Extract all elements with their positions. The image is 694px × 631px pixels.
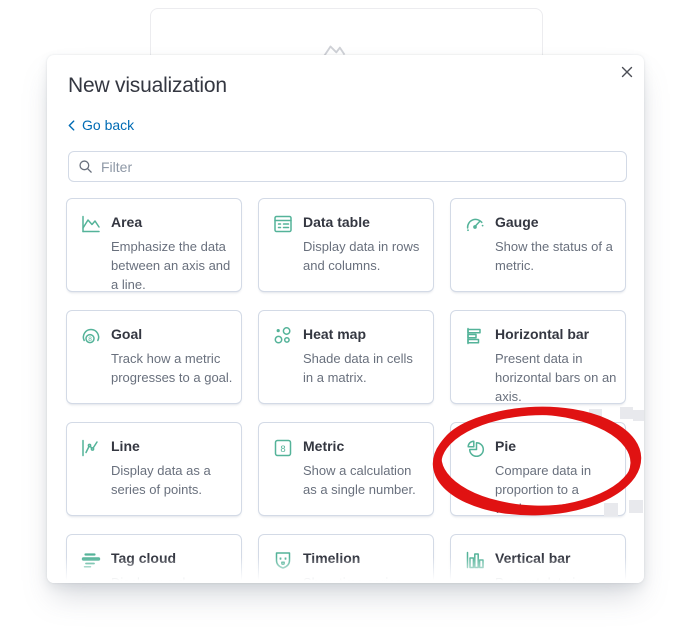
card-title: Line [111,438,140,454]
timelion-icon [271,548,295,572]
page-title: New visualization [68,74,227,97]
card-title: Pie [495,438,517,454]
vis-type-card-pie[interactable]: Pie Compare data in proportion to a whol… [450,422,626,516]
card-description: Show a calculation as a single number. [303,463,416,497]
vis-type-card-tag-cloud[interactable]: Tag cloud Display word frequency with fo… [66,534,242,583]
card-description: Show the status of a metric. [495,239,613,273]
card-title: Goal [111,326,143,342]
vis-type-card-metric[interactable]: 8 Metric Show a calculation as a single … [258,422,434,516]
vis-type-card-line[interactable]: Line Display data as a series of points. [66,422,242,516]
data-table-icon [271,212,295,236]
vis-type-grid: Area Emphasize the data between an axis … [66,198,626,583]
card-description: Display data as a series of points. [111,463,211,497]
card-title: Tag cloud [111,550,177,566]
artifact-square [633,410,644,421]
tag-cloud-icon [79,548,103,572]
vis-type-card-vertical-bar[interactable]: Vertical bar Present data in vertical ba… [450,534,626,583]
go-back-label: Go back [82,117,135,133]
card-description: Display word frequency with font size. [111,575,186,583]
new-visualization-modal: New visualization Go back Area Emphasize… [47,55,644,583]
artifact-square [620,407,633,419]
card-title: Gauge [495,214,539,230]
card-title: Data table [303,214,370,230]
close-icon[interactable] [616,61,638,83]
card-description: Show time series data on a graph. [303,575,402,583]
artifact-square [604,503,618,516]
card-title: Vertical bar [495,550,571,566]
vis-type-card-timelion[interactable]: Timelion Show time series data on a grap… [258,534,434,583]
card-description: Present data in vertical bars on an axis… [495,575,583,583]
heat-map-icon [271,324,295,348]
area-icon [79,212,103,236]
horizontal-bar-icon [463,324,487,348]
gauge-icon [463,212,487,236]
card-title: Heat map [303,326,367,342]
card-title: Horizontal bar [495,326,590,342]
vertical-bar-icon [463,548,487,572]
card-description: Track how a metric progresses to a goal. [111,351,233,385]
artifact-square [629,500,643,513]
goal-icon: 8 [79,324,103,348]
go-back-link[interactable]: Go back [68,117,134,133]
svg-text:8: 8 [280,444,285,455]
artifact-square [589,409,602,421]
card-title: Area [111,214,143,230]
pie-icon [463,436,487,460]
page: New visualization Go back Area Emphasize… [0,0,694,631]
card-description: Present data in horizontal bars on an ax… [495,351,617,404]
filter-input[interactable] [68,151,627,182]
card-description: Shade data in cells in a matrix. [303,351,413,385]
card-description: Compare data in proportion to a whole. [495,463,592,516]
vis-type-card-gauge[interactable]: Gauge Show the status of a metric. [450,198,626,292]
svg-text:8: 8 [88,336,92,343]
line-icon [79,436,103,460]
vis-type-card-data-table[interactable]: Data table Display data in rows and colu… [258,198,434,292]
card-title: Metric [303,438,345,454]
vis-type-card-heat-map[interactable]: Heat map Shade data in cells in a matrix… [258,310,434,404]
card-title: Timelion [303,550,361,566]
vis-type-card-horizontal-bar[interactable]: Horizontal bar Present data in horizonta… [450,310,626,404]
metric-icon: 8 [271,436,295,460]
vis-type-card-goal[interactable]: 8 Goal Track how a metric progresses to … [66,310,242,404]
card-description: Emphasize the data between an axis and a… [111,239,231,292]
card-description: Display data in rows and columns. [303,239,420,273]
vis-type-card-area[interactable]: Area Emphasize the data between an axis … [66,198,242,292]
chevron-left-icon [68,119,75,131]
